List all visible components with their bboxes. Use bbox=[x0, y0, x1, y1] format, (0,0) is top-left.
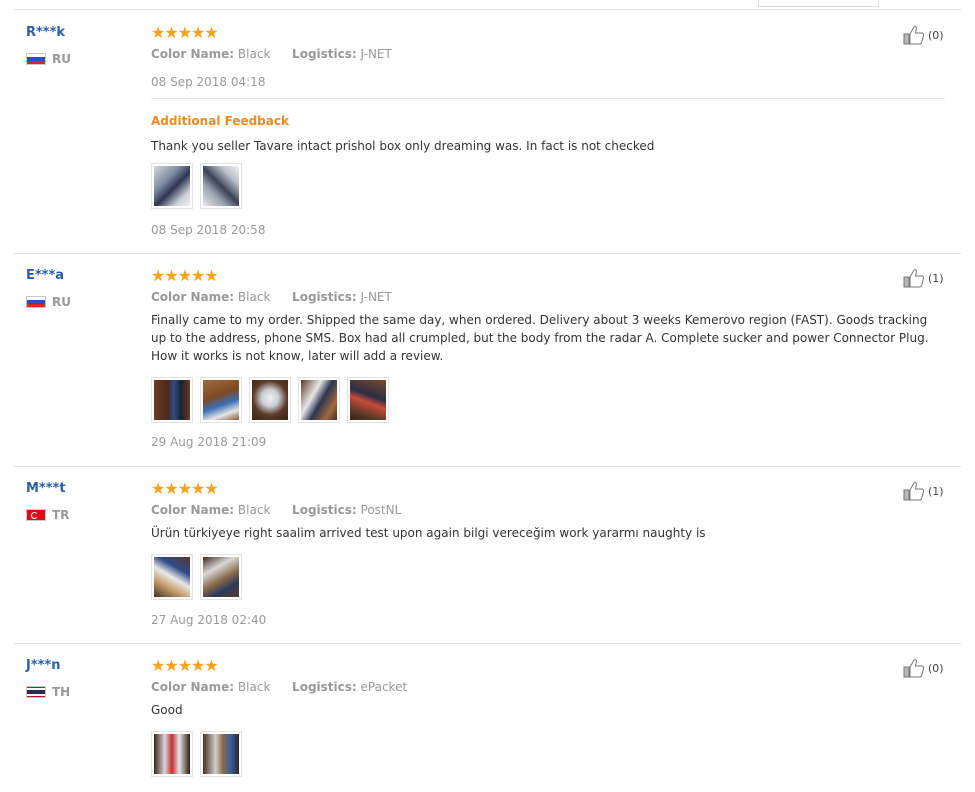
review-photo-thumbnail[interactable] bbox=[151, 731, 193, 777]
logistics-label: Logistics: bbox=[292, 290, 357, 304]
review-text: Good bbox=[151, 703, 183, 717]
review-photo-thumbnail[interactable] bbox=[200, 163, 242, 209]
order-info: Color Name: Black Logistics: ePacket bbox=[151, 680, 945, 694]
review-content: ★★★★★ Color Name: Black Logistics: J-NET… bbox=[151, 25, 945, 237]
color-value: Black bbox=[237, 47, 271, 61]
review-photo-thumbnail[interactable] bbox=[249, 377, 291, 423]
color-value: Black bbox=[237, 290, 271, 304]
review-photo-thumbnail[interactable] bbox=[347, 377, 389, 423]
order-info: Color Name: Black Logistics: J-NET bbox=[151, 290, 945, 304]
review-content: ★★★★★ Color Name: Black Logistics: ePack… bbox=[151, 658, 945, 777]
helpful-count: (0) bbox=[928, 28, 944, 42]
flag-ru-icon bbox=[26, 53, 46, 65]
helpful-count: (0) bbox=[928, 661, 944, 675]
review-photo-thumbnail[interactable] bbox=[151, 163, 193, 209]
star-rating: ★★★★★ bbox=[151, 479, 219, 498]
review-separator bbox=[14, 643, 961, 644]
country-code: TR bbox=[52, 508, 70, 522]
additional-feedback-title: Additional Feedback bbox=[151, 114, 289, 128]
color-label: Color Name: bbox=[151, 503, 235, 517]
review-content: ★★★★★ Color Name: Black Logistics: PostN… bbox=[151, 481, 945, 627]
helpful-button[interactable]: (1) bbox=[903, 481, 944, 501]
review-content: ★★★★★ Color Name: Black Logistics: J-NET… bbox=[151, 268, 945, 449]
flag-ru-icon bbox=[26, 296, 46, 308]
color-label: Color Name: bbox=[151, 290, 235, 304]
review-photo-thumbnail[interactable] bbox=[298, 377, 340, 423]
review-date: 29 Aug 2018 21:09 bbox=[151, 435, 267, 449]
logistics-value: PostNL bbox=[360, 503, 402, 517]
logistics-value: ePacket bbox=[360, 680, 408, 694]
reviews-page: R***k RU ★★★★★ Color Name: Black Logisti… bbox=[0, 0, 975, 792]
review-separator bbox=[14, 466, 961, 467]
helpful-button[interactable]: (0) bbox=[903, 25, 944, 45]
review-photo-thumbnail[interactable] bbox=[200, 731, 242, 777]
star-rating: ★★★★★ bbox=[151, 266, 219, 285]
review-photos bbox=[151, 731, 945, 777]
logistics-label: Logistics: bbox=[292, 503, 357, 517]
logistics-value: J-NET bbox=[360, 290, 392, 304]
reviewer-name[interactable]: E***a bbox=[26, 268, 64, 283]
flag-th-icon bbox=[26, 686, 46, 698]
review-photo-thumbnail[interactable] bbox=[151, 377, 193, 423]
reviewer-country: RU bbox=[26, 52, 71, 66]
flag-tr-icon bbox=[26, 509, 46, 521]
logistics-label: Logistics: bbox=[292, 47, 357, 61]
helpful-button[interactable]: (0) bbox=[903, 658, 944, 678]
review-text: Ürün türkiyeye right saalim arrived test… bbox=[151, 526, 706, 540]
logistics-label: Logistics: bbox=[292, 680, 357, 694]
helpful-button[interactable]: (1) bbox=[903, 268, 944, 288]
additional-feedback-text: Thank you seller Tavare intact prishol b… bbox=[151, 139, 655, 153]
country-code: RU bbox=[52, 52, 71, 66]
thumbs-up-icon bbox=[903, 659, 925, 678]
top-divider bbox=[14, 9, 961, 10]
country-code: RU bbox=[52, 295, 71, 309]
review-photo-thumbnail[interactable] bbox=[200, 554, 242, 600]
reviewer-name[interactable]: J***n bbox=[26, 658, 61, 673]
reviewer-country: TH bbox=[26, 685, 70, 699]
color-value: Black bbox=[237, 680, 271, 694]
helpful-count: (1) bbox=[928, 484, 944, 498]
review-date: 27 Aug 2018 02:40 bbox=[151, 613, 267, 627]
order-info: Color Name: Black Logistics: PostNL bbox=[151, 503, 945, 517]
review-date: 08 Sep 2018 04:18 bbox=[151, 75, 266, 89]
reviewer-name[interactable]: M***t bbox=[26, 481, 66, 496]
thumbs-up-icon bbox=[903, 26, 925, 45]
review-separator bbox=[14, 253, 961, 254]
reviewer-country: TR bbox=[26, 508, 69, 522]
logistics-value: J-NET bbox=[360, 47, 392, 61]
order-info: Color Name: Black Logistics: J-NET bbox=[151, 47, 945, 61]
reviewer-name[interactable]: R***k bbox=[26, 25, 65, 40]
feedback-divider bbox=[151, 98, 945, 99]
helpful-count: (1) bbox=[928, 271, 944, 285]
review-photos bbox=[151, 377, 945, 423]
color-value: Black bbox=[237, 503, 271, 517]
review-text: Finally came to my order. Shipped the sa… bbox=[151, 313, 929, 363]
reviewer-country: RU bbox=[26, 295, 71, 309]
thumbs-up-icon bbox=[903, 482, 925, 501]
review-photo-thumbnail[interactable] bbox=[151, 554, 193, 600]
color-label: Color Name: bbox=[151, 47, 235, 61]
star-rating: ★★★★★ bbox=[151, 656, 219, 675]
star-rating: ★★★★★ bbox=[151, 23, 219, 42]
review-photos bbox=[151, 163, 945, 209]
color-label: Color Name: bbox=[151, 680, 235, 694]
review-photo-thumbnail[interactable] bbox=[200, 377, 242, 423]
country-code: TH bbox=[52, 685, 71, 699]
thumbs-up-icon bbox=[903, 269, 925, 288]
review-photos bbox=[151, 554, 945, 600]
additional-feedback-date: 08 Sep 2018 20:58 bbox=[151, 223, 266, 237]
sort-dropdown[interactable] bbox=[758, 0, 879, 7]
